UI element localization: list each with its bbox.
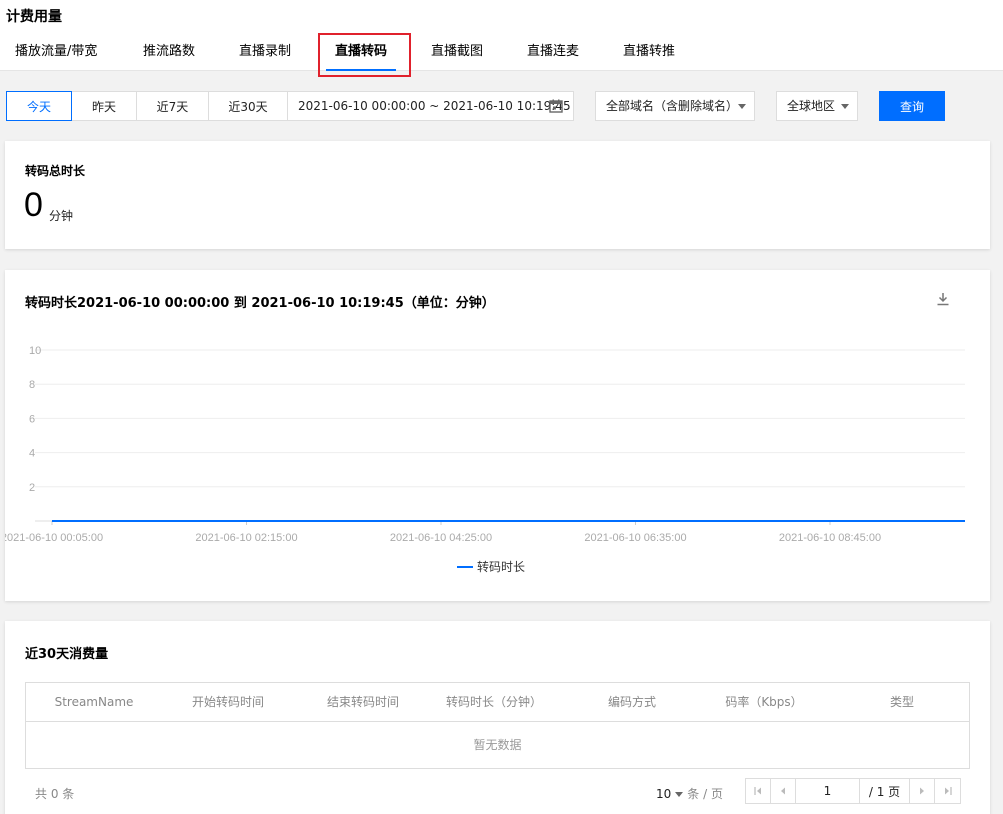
page-size-select[interactable]: 10 条 / 页 <box>656 785 723 802</box>
date-range-value: 2021-06-10 00:00:00 ~ 2021-06-10 10:19:4… <box>298 99 571 113</box>
summary-card: 转码总时长 0 分钟 <box>5 141 990 249</box>
chevron-down-icon <box>675 791 684 797</box>
query-button[interactable]: 查询 <box>879 91 945 121</box>
first-page-icon <box>754 787 761 795</box>
region-select-value: 全球地区 <box>787 99 836 113</box>
region-select[interactable]: 全球地区 <box>776 91 858 121</box>
legend-label: 转码时长 <box>477 560 526 574</box>
tab-co-streaming[interactable]: 直播连麦 <box>527 40 579 71</box>
domain-select-value: 全部域名（含删除域名） <box>606 99 739 113</box>
x-tick-label: 2021-06-10 06:35:00 <box>584 532 686 544</box>
date-range-picker[interactable]: 2021-06-10 00:00:00 ~ 2021-06-10 10:19:4… <box>287 91 574 121</box>
active-tab-underline <box>326 69 397 71</box>
pagination: 共 0 条 10 条 / 页 1 / 1 页 <box>5 778 990 806</box>
next-page-icon <box>920 787 924 795</box>
table-empty-text: 暂无数据 <box>473 738 522 752</box>
page-title: 计费用量 <box>6 9 62 25</box>
y-tick-label: 8 <box>29 379 35 391</box>
table-section-title: 近30天消费量 <box>25 647 109 662</box>
total-pages-label: / 1 页 <box>860 779 910 803</box>
tab-recording[interactable]: 直播录制 <box>239 40 291 71</box>
range-30days-button[interactable]: 近30天 <box>208 91 288 121</box>
tab-transcoding[interactable]: 直播转码 <box>326 40 397 71</box>
range-today-button[interactable]: 今天 <box>6 91 72 121</box>
column-header: 编码方式 <box>607 695 656 709</box>
column-header: 结束转码时间 <box>326 695 399 709</box>
x-tick-label: 2021-06-10 08:45:00 <box>779 532 881 544</box>
table-card: 近30天消费量 StreamName 开始转码时间 结束转码时间 转码时长（分钟… <box>5 621 990 814</box>
tab-push-streams[interactable]: 推流路数 <box>143 40 195 71</box>
line-chart: 2 4 6 8 10 2021-06-10 00:05:00 2021-06-10 02:1… <box>5 345 965 544</box>
y-tick-label: 2 <box>29 482 35 494</box>
column-header: 开始转码时间 <box>191 695 264 709</box>
total-count: 共 0 条 <box>35 787 75 801</box>
data-table: StreamName 开始转码时间 结束转码时间 转码时长（分钟） 编码方式 码… <box>25 682 970 769</box>
prev-page-button[interactable] <box>771 779 796 803</box>
tab-playback-traffic[interactable]: 播放流量/带宽 <box>15 40 97 71</box>
x-tick-label: 2021-06-10 02:15:00 <box>195 532 297 544</box>
chart-card: 转码时长2021-06-10 00:00:00 到 2021-06-10 10:… <box>5 270 990 601</box>
column-header: 转码时长（分钟） <box>445 695 542 709</box>
summary-value: 0 <box>24 186 43 224</box>
domain-select[interactable]: 全部域名（含删除域名） <box>595 91 755 121</box>
chevron-down-icon <box>841 104 849 109</box>
page-size-unit: 条 / 页 <box>687 787 723 801</box>
next-page-button[interactable] <box>910 779 935 803</box>
page-size-value: 10 <box>656 787 672 801</box>
pager-controls: 1 / 1 页 <box>745 778 961 804</box>
prev-page-icon <box>781 787 785 795</box>
range-yesterday-button[interactable]: 昨天 <box>71 91 137 121</box>
tab-screenshot[interactable]: 直播截图 <box>431 40 483 71</box>
chart-legend: 转码时长 <box>457 558 525 575</box>
summary-unit: 分钟 <box>49 209 74 223</box>
column-header: 类型 <box>889 695 914 709</box>
last-page-icon <box>944 787 952 795</box>
y-tick-label: 4 <box>29 448 35 460</box>
column-header: StreamName <box>54 695 134 709</box>
column-header: 码率（Kbps） <box>725 695 803 709</box>
x-tick-label: 2021-06-10 04:25:00 <box>390 532 492 544</box>
range-7days-button[interactable]: 近7天 <box>136 91 209 121</box>
first-page-button[interactable] <box>746 779 771 803</box>
y-tick-label: 6 <box>29 413 35 425</box>
table-header: StreamName 开始转码时间 结束转码时间 转码时长（分钟） 编码方式 码… <box>26 683 969 722</box>
chevron-down-icon <box>738 104 746 109</box>
page-number-input[interactable]: 1 <box>796 779 860 803</box>
tab-relay[interactable]: 直播转推 <box>623 40 675 71</box>
last-page-button[interactable] <box>935 779 960 803</box>
header: 计费用量 播放流量/带宽 推流路数 直播录制 直播转码 直播截图 直播连麦 直播… <box>0 0 1003 71</box>
x-tick-label: 2021-06-10 00:05:00 <box>5 532 103 544</box>
summary-title: 转码总时长 <box>25 164 86 178</box>
y-tick-label: 10 <box>29 345 41 357</box>
legend-swatch <box>457 565 473 568</box>
calendar-icon <box>549 99 563 113</box>
